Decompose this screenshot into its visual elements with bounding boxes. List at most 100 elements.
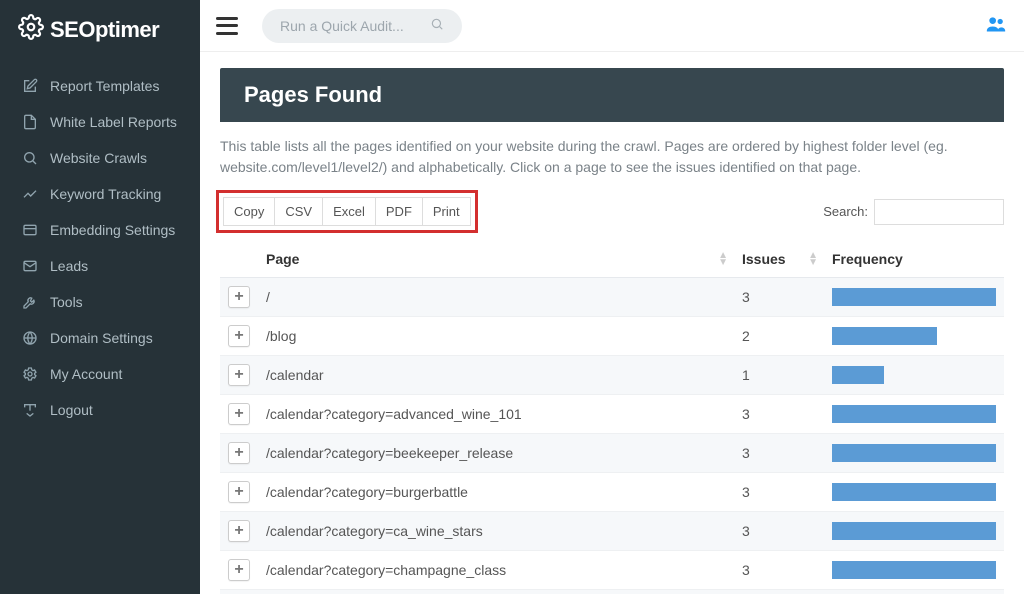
search-icon [430,17,444,34]
sidebar-item-label: Keyword Tracking [50,186,161,202]
table-row[interactable]: +/calendar?category=advanced_wine_1013 [220,395,1004,434]
cell-page: /calendar?category=champagne_class [258,551,734,590]
brand-name: SEOptimer [50,17,159,43]
cell-frequency [824,395,1004,434]
document-icon [22,114,38,130]
cell-page: / [258,278,734,317]
search-input[interactable] [874,199,1004,225]
cell-issues: 3 [734,551,824,590]
table-row[interactable]: +/calendar?category=champagnechallenge3 [220,590,1004,594]
sidebar-item-embedding-settings[interactable]: Embedding Settings [0,212,200,248]
cell-page: /calendar [258,356,734,395]
quick-audit-search[interactable]: Run a Quick Audit... [262,9,462,43]
nav-list: Report Templates White Label Reports Websi… [0,64,200,432]
sidebar-item-label: Website Crawls [50,150,147,166]
globe-icon [22,330,38,346]
sidebar-item-label: White Label Reports [50,114,177,130]
cell-frequency [824,473,1004,512]
sidebar-item-label: Logout [50,402,93,418]
expand-button[interactable]: + [228,481,250,503]
table-row[interactable]: + /blog2 [220,317,1004,356]
sidebar-item-white-label-reports[interactable]: White Label Reports [0,104,200,140]
edit-icon [22,78,38,94]
expand-button[interactable]: + [228,403,250,425]
sidebar-item-label: Leads [50,258,88,274]
col-issues[interactable]: Issues▲▼ [734,241,824,278]
col-frequency[interactable]: Frequency [824,241,1004,278]
table-toolbar: CopyCSVExcelPDFPrint Search: [220,190,1004,241]
sort-icon: ▲▼ [808,252,818,266]
cell-issues: 3 [734,473,824,512]
cell-page: /blog [258,317,734,356]
table-row[interactable]: + /calendar?category=champagne_class3 [220,551,1004,590]
expand-button[interactable]: + [228,559,250,581]
csv-button[interactable]: CSV [275,197,323,226]
sidebar-item-keyword-tracking[interactable]: Keyword Tracking [0,176,200,212]
sidebar-item-report-templates[interactable]: Report Templates [0,68,200,104]
table-row[interactable]: + /calendar?category=beekeeper_release3 [220,434,1004,473]
sidebar-item-tools[interactable]: Tools [0,284,200,320]
expand-button[interactable]: + [228,325,250,347]
page-description: This table lists all the pages identifie… [220,136,1004,178]
col-expander [220,241,258,278]
cell-frequency [824,434,1004,473]
table-row[interactable]: + /calendar?category=burgerbattle3 [220,473,1004,512]
sidebar-item-label: Domain Settings [50,330,153,346]
sidebar-item-label: Report Templates [50,78,159,94]
content: Pages Found This table lists all the pag… [200,52,1024,594]
col-page[interactable]: Page▲▼ [258,241,734,278]
cell-issues: 1 [734,356,824,395]
cell-frequency [824,356,1004,395]
print-button[interactable]: Print [423,197,471,226]
sidebar-item-logout[interactable]: Logout [0,392,200,428]
gear-icon [22,366,38,382]
cell-issues: 2 [734,317,824,356]
table-row[interactable]: + /3 [220,278,1004,317]
cell-frequency [824,278,1004,317]
embed-icon [22,222,38,238]
cell-issues: 3 [734,512,824,551]
sidebar-item-label: Tools [50,294,83,310]
cell-frequency [824,590,1004,594]
logo[interactable]: SEOptimer [0,0,200,64]
cell-page: /calendar?category=burgerbattle [258,473,734,512]
expand-button[interactable]: + [228,364,250,386]
search-label: Search: [823,204,868,219]
cell-frequency [824,317,1004,356]
hamburger-icon[interactable] [216,17,238,35]
table-search: Search: [823,199,1004,225]
cell-issues: 3 [734,278,824,317]
topbar: Run a Quick Audit... [200,0,1024,52]
cell-issues: 3 [734,590,824,594]
users-icon[interactable] [984,14,1008,37]
logout-icon [22,402,38,418]
sort-icon: ▲▼ [718,252,728,266]
expand-button[interactable]: + [228,520,250,542]
sidebar-item-leads[interactable]: Leads [0,248,200,284]
sidebar-item-label: Embedding Settings [50,222,175,238]
logo-icon [18,14,50,46]
table-row[interactable]: + /calendar?category=ca_wine_stars3 [220,512,1004,551]
cell-page: /calendar?category=beekeeper_release [258,434,734,473]
copy-button[interactable]: Copy [223,197,275,226]
expand-button[interactable]: + [228,442,250,464]
expand-button[interactable]: + [228,286,250,308]
sidebar-item-domain-settings[interactable]: Domain Settings [0,320,200,356]
sidebar-item-website-crawls[interactable]: Website Crawls [0,140,200,176]
pdf-button[interactable]: PDF [376,197,423,226]
chart-icon [22,186,38,202]
sidebar-item-my-account[interactable]: My Account [0,356,200,392]
export-buttons-highlight: CopyCSVExcelPDFPrint [216,190,478,233]
cell-frequency [824,551,1004,590]
cell-page: /calendar?category=champagnechallenge [258,590,734,594]
cell-issues: 3 [734,395,824,434]
cell-issues: 3 [734,434,824,473]
excel-button[interactable]: Excel [323,197,376,226]
table-row[interactable]: + /calendar1 [220,356,1004,395]
cell-page: /calendar?category=ca_wine_stars [258,512,734,551]
sidebar-item-label: My Account [50,366,122,382]
sidebar: SEOptimer Report Templates White Label Re… [0,0,200,594]
mail-icon [22,258,38,274]
quick-audit-placeholder: Run a Quick Audit... [280,18,430,34]
crawl-icon [22,150,38,166]
